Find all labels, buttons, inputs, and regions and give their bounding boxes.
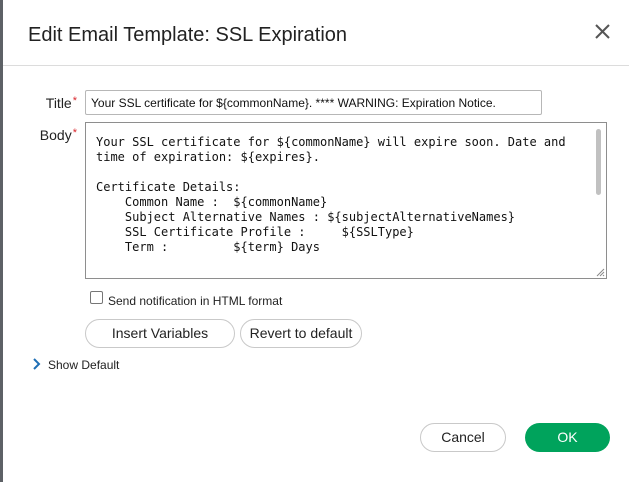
dialog-header: Edit Email Template: SSL Expiration xyxy=(3,0,629,66)
html-format-label[interactable]: Send notification in HTML format xyxy=(108,294,282,308)
insert-variables-button[interactable]: Insert Variables xyxy=(85,319,235,348)
title-label-text: Title xyxy=(45,95,72,111)
dialog-title: Edit Email Template: SSL Expiration xyxy=(28,24,348,46)
required-marker: * xyxy=(72,95,77,107)
cancel-button[interactable]: Cancel xyxy=(420,423,506,452)
revert-to-default-button[interactable]: Revert to default xyxy=(240,319,362,348)
resize-handle-icon[interactable] xyxy=(595,267,605,277)
required-marker: * xyxy=(72,127,77,139)
close-icon xyxy=(595,24,610,39)
body-label-text: Body xyxy=(39,127,72,143)
body-label: Body* xyxy=(33,127,77,143)
title-input[interactable] xyxy=(85,90,542,115)
scrollbar-thumb[interactable] xyxy=(596,129,601,195)
body-text[interactable]: Your SSL certificate for ${commonName} w… xyxy=(96,135,586,255)
chevron-right-icon xyxy=(33,358,41,370)
show-default-label: Show Default xyxy=(48,358,120,372)
close-button[interactable] xyxy=(593,22,613,42)
ok-button[interactable]: OK xyxy=(525,423,610,452)
edit-email-template-dialog: Edit Email Template: SSL Expiration Titl… xyxy=(3,0,629,482)
title-label: Title* xyxy=(33,95,77,111)
html-format-checkbox[interactable] xyxy=(90,291,103,304)
body-textarea[interactable]: Your SSL certificate for ${commonName} w… xyxy=(85,122,607,279)
body-scrollbar[interactable] xyxy=(594,125,604,275)
